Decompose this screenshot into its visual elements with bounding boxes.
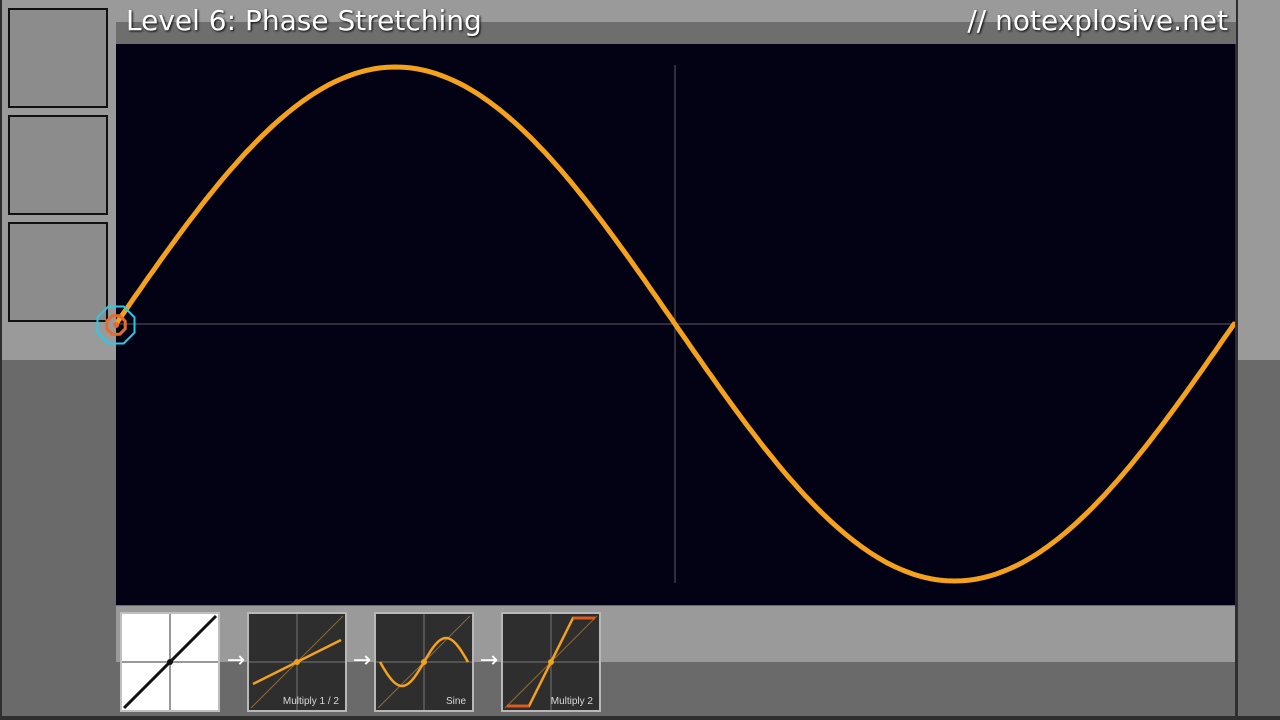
plot-canvas <box>116 64 1235 584</box>
inventory-slot-2[interactable] <box>8 115 108 215</box>
multiply-two-card[interactable]: Multiply 2 <box>501 612 601 712</box>
pipeline-arrow-3: → <box>479 648 499 673</box>
function-plot <box>116 44 1235 605</box>
level-title: Level 6: Phase Stretching <box>126 4 482 37</box>
pipeline-arrow-1: → <box>226 648 246 673</box>
right-divider <box>1235 0 1238 720</box>
right-strip-bottom <box>1237 360 1280 720</box>
right-strip-top <box>1237 0 1280 360</box>
input-function-card[interactable] <box>120 612 220 712</box>
operation-label: Sine <box>445 696 466 707</box>
frame-left <box>0 0 2 720</box>
operation-label: Multiply 1 / 2 <box>282 696 339 707</box>
pipeline-arrow-2: → <box>352 648 372 673</box>
game-screen: Level 6: Phase Stretching // notexplosiv… <box>0 0 1280 720</box>
inventory-slot-1[interactable] <box>8 8 108 108</box>
identity-graph-icon <box>122 614 218 710</box>
sine-card[interactable]: Sine <box>374 612 474 712</box>
frame-bottom <box>0 716 1280 720</box>
target-ring-icon[interactable] <box>94 303 138 347</box>
operation-label: Multiply 2 <box>550 696 593 707</box>
inventory-slot-3[interactable] <box>8 222 108 322</box>
site-credit: // notexplosive.net <box>967 4 1228 37</box>
multiply-half-card[interactable]: Multiply 1 / 2 <box>247 612 347 712</box>
